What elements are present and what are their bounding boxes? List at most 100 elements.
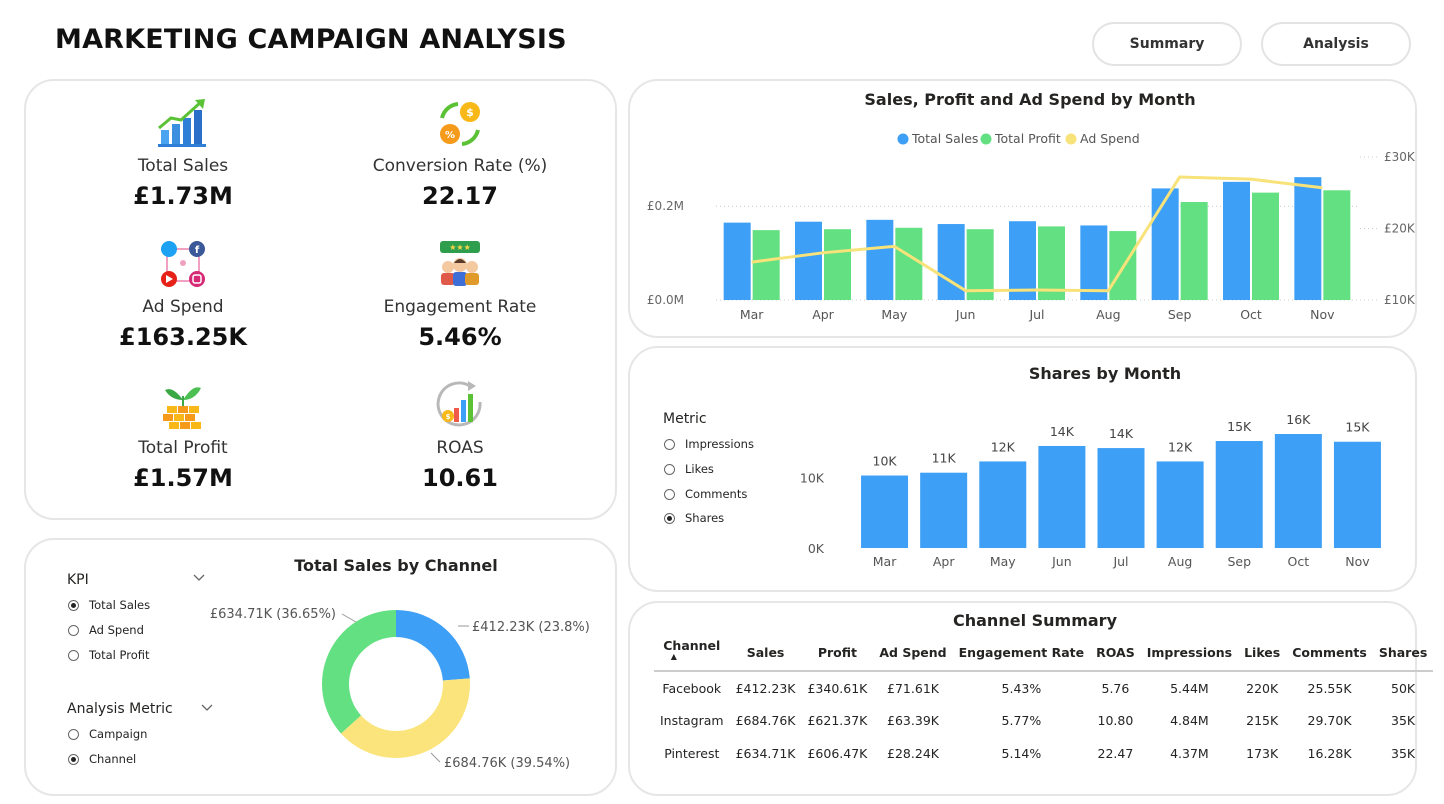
kpi-label: Engagement Rate <box>383 297 537 317</box>
sales-bar <box>723 222 751 300</box>
data-label: 14K <box>1109 426 1134 441</box>
data-label: £412.23K (23.8%) <box>472 620 590 635</box>
kpi-label: ROAS <box>436 438 484 458</box>
kpi-value: 22.17 <box>422 182 498 210</box>
kpi-total-profit: Total Profit £1.57M <box>68 378 298 492</box>
table-cell: 35K <box>1391 713 1416 728</box>
column-header-likes[interactable]: Likes <box>1238 635 1287 672</box>
data-label: 16K <box>1286 412 1311 427</box>
table-row: Instagram £684.76K £621.37K £63.39K 5.77… <box>654 704 1433 737</box>
kpi-label: Total Profit <box>138 438 228 458</box>
y-tick-label: £20K <box>1384 222 1415 236</box>
data-label: 15K <box>1345 420 1370 435</box>
shares-card: Shares by Month Metric Impressions Likes… <box>628 346 1417 592</box>
x-tick-label: Nov <box>1310 307 1335 322</box>
table-cell: Pinterest <box>664 746 720 761</box>
x-tick-label: Mar <box>873 554 897 569</box>
table-cell: 10.80 <box>1097 713 1134 728</box>
column-header-roas[interactable]: ROAS <box>1090 635 1141 672</box>
table-cell: 29.70K <box>1307 713 1352 728</box>
sales-bar <box>1223 181 1250 300</box>
y-tick-label: £30K <box>1384 150 1415 164</box>
sales-bar <box>1009 221 1036 300</box>
x-tick-label: Oct <box>1240 307 1262 322</box>
data-label: £684.76K (39.54%) <box>444 756 570 771</box>
kpi-value: £1.57M <box>133 464 233 492</box>
shares-bar-chart: 0K 10K 10K Mar 11K Apr 12K May 14K Jun 14K Jul 12K Au… <box>800 412 1381 569</box>
shares-bar <box>1038 445 1086 548</box>
channel-donut-chart: £412.23K (23.8%) £684.76K (39.54%) £634.71… <box>210 607 590 771</box>
column-header-shares[interactable]: Shares <box>1372 635 1434 672</box>
audience-rating-icon: ★★★ <box>432 237 488 293</box>
analysis-button[interactable]: Analysis <box>1261 22 1411 66</box>
kpi-label: Ad Spend <box>142 297 224 317</box>
table-cell: 5.77% <box>1001 713 1042 728</box>
column-header-impressions[interactable]: Impressions <box>1140 635 1239 672</box>
column-header-sales[interactable]: Sales <box>729 635 802 672</box>
table-cell: 5.43% <box>1001 680 1042 696</box>
table-cell: 4.84M <box>1170 713 1209 728</box>
page-title: MARKETING CAMPAIGN ANALYSIS <box>55 24 567 55</box>
y-tick-label: £0.2M <box>647 199 684 213</box>
growth-chart-icon <box>155 96 211 152</box>
profit-bar <box>1323 190 1351 300</box>
donut-slice <box>396 610 470 681</box>
legend-marker <box>980 133 992 145</box>
column-header-ad-spend[interactable]: Ad Spend <box>873 635 953 672</box>
kpi-roas: $ ROAS 10.61 <box>345 378 575 492</box>
sales-bar <box>795 221 822 300</box>
profit-bar <box>895 227 923 300</box>
table-cell: £28.24K <box>887 746 939 761</box>
legend-marker <box>897 133 909 145</box>
legend-marker <box>1065 133 1077 145</box>
summary-table-title: Channel Summary <box>953 611 1117 630</box>
svg-text:★★★: ★★★ <box>449 243 471 252</box>
data-label: 15K <box>1227 419 1252 434</box>
profit-bar <box>1252 192 1279 300</box>
kpi-value: 10.61 <box>422 464 498 492</box>
sales-bar <box>1080 225 1108 300</box>
profit-bar <box>752 230 780 300</box>
table-cell: £71.61K <box>887 680 939 696</box>
leader-line <box>341 613 357 623</box>
summary-table: Channel ▲ Sales Profit Ad Spend Engagemen… <box>654 635 1434 770</box>
legend-label: Total Profit <box>994 131 1061 146</box>
kpi-engagement-rate: ★★★ Engagement Rate 5.46% <box>345 237 575 351</box>
conversion-cycle-icon: $ % <box>432 96 488 152</box>
kpi-value: £1.73M <box>133 182 233 210</box>
kpi-value: 5.46% <box>418 323 502 351</box>
table-cell: 35K <box>1391 746 1416 761</box>
x-tick-label: Jun <box>955 307 976 322</box>
kpi-value: £163.25K <box>119 323 247 351</box>
svg-text:%: % <box>445 130 455 141</box>
table-cell: £63.39K <box>887 713 939 728</box>
summary-button[interactable]: Summary <box>1092 22 1242 66</box>
x-tick-label: Sep <box>1227 554 1251 569</box>
leader-line <box>430 752 441 763</box>
shares-bar <box>1215 441 1263 548</box>
column-header-engagement-rate[interactable]: Engagement Rate <box>952 635 1091 672</box>
table-row: Pinterest £634.71K £606.47K £28.24K 5.14… <box>654 737 1433 770</box>
profit-bar <box>1180 202 1208 300</box>
x-tick-label: Aug <box>1096 307 1120 322</box>
data-label: 14K <box>1050 424 1075 439</box>
table-cell: 4.37M <box>1170 746 1209 761</box>
sort-ascending-icon[interactable]: ▲ <box>671 652 677 661</box>
x-tick-label: Oct <box>1288 554 1310 569</box>
table-row: Facebook £412.23K £340.61K £71.61K 5.43%… <box>654 671 1433 704</box>
column-header-channel[interactable]: Channel ▲ <box>654 635 730 672</box>
data-label: 10K <box>873 454 898 469</box>
shares-bar <box>920 472 968 548</box>
kpi-ad-spend: f Ad Spend £163.25K <box>68 237 298 351</box>
column-header-profit[interactable]: Profit <box>801 635 874 672</box>
table-cell: 220K <box>1246 680 1279 696</box>
table-cell: 5.14% <box>1001 746 1042 761</box>
column-header-comments[interactable]: Comments <box>1286 635 1373 672</box>
data-label: £634.71K (36.65%) <box>210 607 336 622</box>
kpi-conversion-rate: $ % Conversion Rate (%) 22.17 <box>345 96 575 210</box>
x-tick-label: Nov <box>1345 554 1370 569</box>
y-tick-label: £0.0M <box>647 293 684 307</box>
table-cell: 25.55K <box>1307 680 1352 696</box>
data-label: 12K <box>991 439 1016 454</box>
table-cell: 215K <box>1246 713 1279 728</box>
